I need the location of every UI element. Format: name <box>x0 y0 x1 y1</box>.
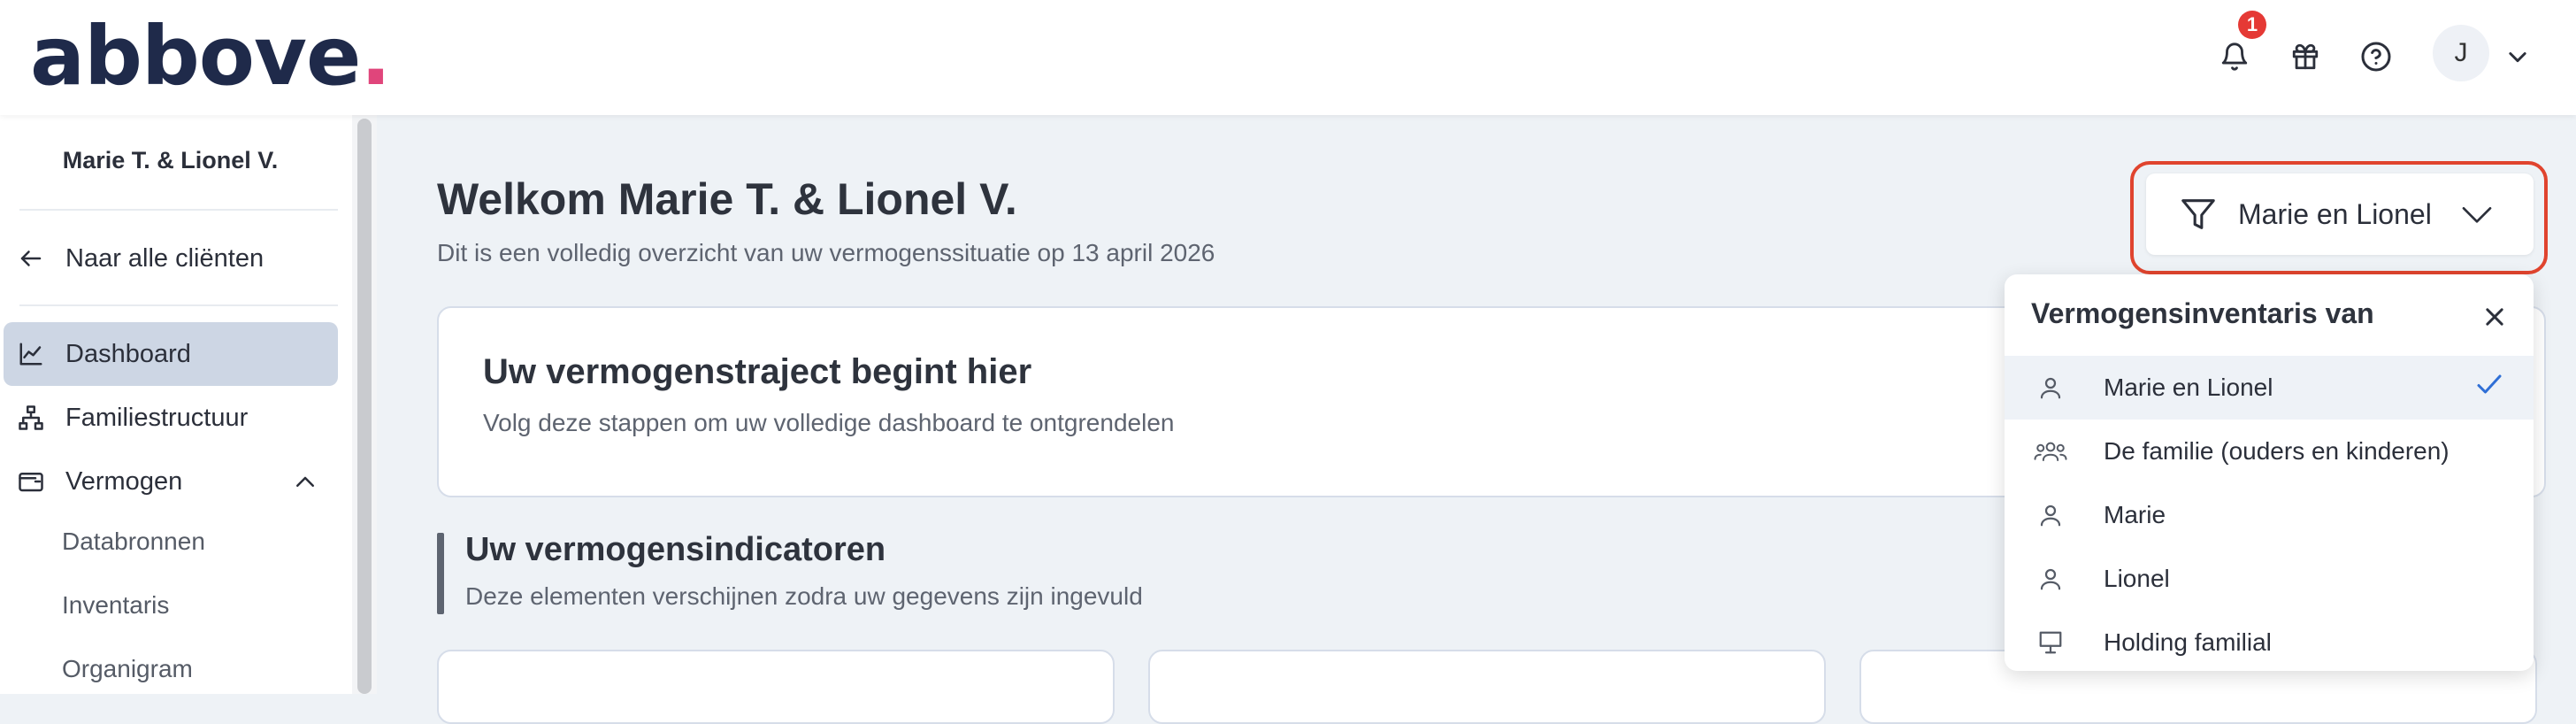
dropdown-option-holding[interactable]: Holding familial <box>2005 611 2534 671</box>
filter-icon <box>2178 194 2219 235</box>
person-icon <box>2033 374 2068 401</box>
sidebar-scrollbar-thumb[interactable] <box>357 119 372 694</box>
sidebar-divider <box>19 209 338 211</box>
hierarchy-icon <box>18 404 50 431</box>
wallet-icon <box>18 468 50 495</box>
dropdown-option-label: Lionel <box>2104 565 2170 592</box>
gift-icon[interactable] <box>2279 30 2332 83</box>
sidebar-divider <box>19 304 338 306</box>
filter-dropdown-button[interactable]: Marie en Lionel <box>2146 173 2534 255</box>
section-title: Uw vermogensindicatoren <box>465 531 886 568</box>
chevron-up-icon[interactable] <box>292 469 318 503</box>
back-to-clients-link[interactable]: Naar alle cliënten <box>4 227 338 290</box>
section-accent-bar <box>437 533 444 614</box>
dropdown-option-label: De familie (ouders en kinderen) <box>2104 437 2450 465</box>
group-icon <box>2033 438 2068 465</box>
sidebar-sub-item-databronnen[interactable]: Databronnen <box>62 528 205 556</box>
dropdown-option-lionel[interactable]: Lionel <box>2005 547 2534 611</box>
user-menu-chevron-icon[interactable] <box>2491 30 2544 83</box>
dropdown-option-label: Marie en Lionel <box>2104 374 2273 401</box>
logo-text: abbove <box>30 9 361 104</box>
sidebar-item-label: Vermogen <box>65 466 183 496</box>
avatar[interactable]: J <box>2433 25 2489 81</box>
filter-dropdown-menu: Vermogensinventaris van Marie en Lionel … <box>2005 274 2534 671</box>
indicator-card[interactable] <box>1148 650 1826 724</box>
onboarding-card-text: Volg deze stappen om uw volledige dashbo… <box>483 409 1175 436</box>
dropdown-option-label: Marie <box>2104 501 2166 528</box>
check-icon <box>2473 368 2505 406</box>
client-name: Marie T. & Lionel V. <box>62 147 279 173</box>
sidebar-sub-item-organigram[interactable]: Organigram <box>62 655 193 683</box>
chart-line-icon <box>18 341 50 367</box>
dropdown-title: Vermogensinventaris van <box>2031 297 2374 329</box>
logo-dot: . <box>360 9 391 104</box>
back-to-clients-label: Naar alle cliënten <box>65 243 264 273</box>
page-title: Welkom Marie T. & Lionel V. <box>437 174 1017 224</box>
sidebar-item-label: Familiestructuur <box>65 403 249 432</box>
dropdown-option-marie-en-lionel[interactable]: Marie en Lionel <box>2005 356 2534 420</box>
presentation-icon <box>2033 629 2068 656</box>
notification-badge: 1 <box>2238 11 2266 39</box>
sidebar-item-dashboard[interactable]: Dashboard <box>4 322 338 386</box>
sidebar-sub-item-inventaris[interactable]: Inventaris <box>62 591 169 620</box>
dropdown-option-familie[interactable]: De familie (ouders en kinderen) <box>2005 420 2534 483</box>
sidebar-item-familiestructuur[interactable]: Familiestructuur <box>4 386 338 450</box>
top-bar: abbove. 1 J <box>0 0 2576 115</box>
sidebar-item-vermogen[interactable]: Vermogen <box>4 450 338 513</box>
close-icon[interactable] <box>2473 296 2516 338</box>
onboarding-card-title: Uw vermogenstraject begint hier <box>483 352 1032 391</box>
dropdown-option-marie[interactable]: Marie <box>2005 483 2534 547</box>
chevron-down-icon <box>2457 196 2496 236</box>
sidebar-item-label: Dashboard <box>65 339 191 368</box>
filter-selected-label: Marie en Lionel <box>2238 197 2432 230</box>
indicator-card[interactable] <box>437 650 1115 724</box>
help-icon[interactable] <box>2350 30 2403 83</box>
arrow-left-icon <box>18 245 50 272</box>
dropdown-option-label: Holding familial <box>2104 628 2272 656</box>
section-subtitle: Deze elementen verschijnen zodra uw gege… <box>465 582 1143 610</box>
logo[interactable]: abbove. <box>30 9 391 104</box>
person-icon <box>2033 566 2068 592</box>
person-icon <box>2033 502 2068 528</box>
page-subtitle: Dit is een volledig overzicht van uw ver… <box>437 239 1215 266</box>
